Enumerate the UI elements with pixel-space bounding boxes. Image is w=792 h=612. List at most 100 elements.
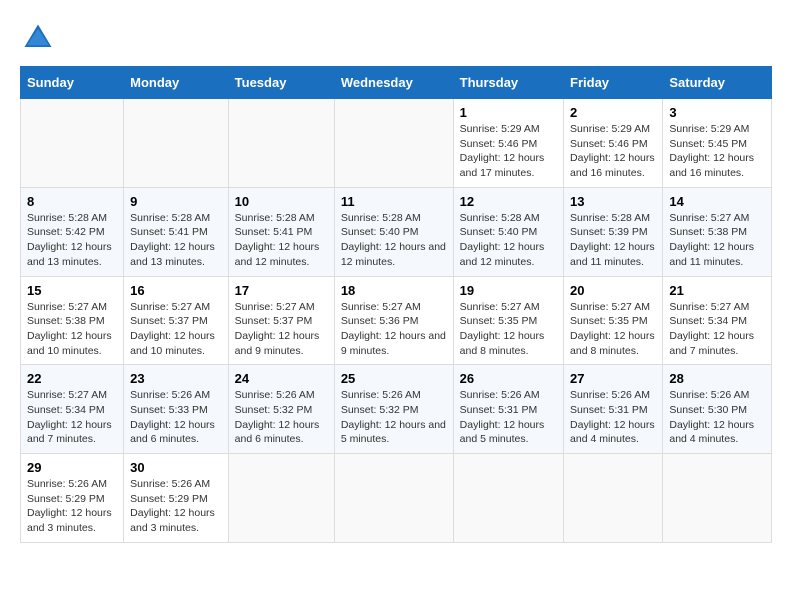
day-info: Sunrise: 5:26 AMSunset: 5:29 PMDaylight:… (27, 477, 117, 536)
day-info: Sunrise: 5:28 AMSunset: 5:42 PMDaylight:… (27, 211, 117, 270)
calendar-week-row: 15 Sunrise: 5:27 AMSunset: 5:38 PMDayligh… (21, 276, 772, 365)
day-number: 19 (460, 283, 557, 298)
day-number: 18 (341, 283, 447, 298)
calendar-cell (228, 454, 334, 543)
calendar-cell (663, 454, 772, 543)
col-header-friday: Friday (564, 67, 663, 99)
day-number: 11 (341, 194, 447, 209)
calendar-cell: 25Sunrise: 5:26 AMSunset: 5:32 PMDayligh… (334, 365, 453, 454)
page-header (20, 20, 772, 56)
calendar-cell: 2 Sunrise: 5:29 AMSunset: 5:46 PMDaylight… (564, 99, 663, 188)
calendar-cell (334, 454, 453, 543)
calendar-cell: 27Sunrise: 5:26 AMSunset: 5:31 PMDayligh… (564, 365, 663, 454)
calendar-cell: 3 Sunrise: 5:29 AMSunset: 5:45 PMDaylight… (663, 99, 772, 188)
day-number: 3 (669, 105, 765, 120)
day-info: Sunrise: 5:28 AMSunset: 5:40 PMDaylight:… (341, 211, 447, 270)
calendar-cell (453, 454, 563, 543)
day-number: 28 (669, 371, 765, 386)
day-number: 9 (130, 194, 222, 209)
day-info: Sunrise: 5:27 AMSunset: 5:38 PMDaylight:… (27, 300, 117, 359)
calendar-cell: 1 Sunrise: 5:29 AMSunset: 5:46 PMDaylight… (453, 99, 563, 188)
calendar-cell: 12 Sunrise: 5:28 AMSunset: 5:40 PMDayligh… (453, 187, 563, 276)
day-info: Sunrise: 5:27 AMSunset: 5:37 PMDaylight:… (235, 300, 328, 359)
col-header-wednesday: Wednesday (334, 67, 453, 99)
day-info: Sunrise: 5:27 AMSunset: 5:34 PMDaylight:… (27, 388, 117, 447)
calendar-cell: 10 Sunrise: 5:28 AMSunset: 5:41 PMDayligh… (228, 187, 334, 276)
day-info: Sunrise: 5:26 AMSunset: 5:30 PMDaylight:… (669, 388, 765, 447)
day-info: Sunrise: 5:28 AMSunset: 5:40 PMDaylight:… (460, 211, 557, 270)
col-header-tuesday: Tuesday (228, 67, 334, 99)
day-number: 21 (669, 283, 765, 298)
day-info: Sunrise: 5:27 AMSunset: 5:35 PMDaylight:… (460, 300, 557, 359)
day-info: Sunrise: 5:26 AMSunset: 5:33 PMDaylight:… (130, 388, 222, 447)
calendar-week-row: 22 Sunrise: 5:27 AMSunset: 5:34 PMDayligh… (21, 365, 772, 454)
calendar-header-row: SundayMondayTuesdayWednesdayThursdayFrid… (21, 67, 772, 99)
calendar-cell: 22 Sunrise: 5:27 AMSunset: 5:34 PMDayligh… (21, 365, 124, 454)
calendar-cell: 18 Sunrise: 5:27 AMSunset: 5:36 PMDayligh… (334, 276, 453, 365)
calendar-cell: 19 Sunrise: 5:27 AMSunset: 5:35 PMDayligh… (453, 276, 563, 365)
calendar-cell (564, 454, 663, 543)
calendar-cell: 14 Sunrise: 5:27 AMSunset: 5:38 PMDayligh… (663, 187, 772, 276)
col-header-monday: Monday (124, 67, 229, 99)
day-info: Sunrise: 5:28 AMSunset: 5:41 PMDaylight:… (235, 211, 328, 270)
day-number: 25 (341, 371, 447, 386)
calendar-cell: 11 Sunrise: 5:28 AMSunset: 5:40 PMDayligh… (334, 187, 453, 276)
day-info: Sunrise: 5:26 AMSunset: 5:29 PMDaylight:… (130, 477, 222, 536)
day-number: 22 (27, 371, 117, 386)
calendar-cell: 30 Sunrise: 5:26 AMSunset: 5:29 PMDayligh… (124, 454, 229, 543)
calendar-cell: 28 Sunrise: 5:26 AMSunset: 5:30 PMDayligh… (663, 365, 772, 454)
day-info: Sunrise: 5:28 AMSunset: 5:39 PMDaylight:… (570, 211, 656, 270)
day-number: 14 (669, 194, 765, 209)
calendar-cell: 16 Sunrise: 5:27 AMSunset: 5:37 PMDayligh… (124, 276, 229, 365)
logo (20, 20, 62, 56)
calendar-week-row: 1 Sunrise: 5:29 AMSunset: 5:46 PMDaylight… (21, 99, 772, 188)
day-number: 17 (235, 283, 328, 298)
day-number: 2 (570, 105, 656, 120)
day-number: 30 (130, 460, 222, 475)
calendar-cell (21, 99, 124, 188)
day-number: 12 (460, 194, 557, 209)
day-info: Sunrise: 5:27 AMSunset: 5:34 PMDaylight:… (669, 300, 765, 359)
calendar-cell: 17 Sunrise: 5:27 AMSunset: 5:37 PMDayligh… (228, 276, 334, 365)
day-number: 16 (130, 283, 222, 298)
calendar-cell: 21 Sunrise: 5:27 AMSunset: 5:34 PMDayligh… (663, 276, 772, 365)
day-info: Sunrise: 5:27 AMSunset: 5:35 PMDaylight:… (570, 300, 656, 359)
calendar-cell: 29 Sunrise: 5:26 AMSunset: 5:29 PMDayligh… (21, 454, 124, 543)
col-header-saturday: Saturday (663, 67, 772, 99)
calendar-cell (124, 99, 229, 188)
col-header-sunday: Sunday (21, 67, 124, 99)
calendar-cell: 24 Sunrise: 5:26 AMSunset: 5:32 PMDayligh… (228, 365, 334, 454)
day-info: Sunrise: 5:29 AMSunset: 5:46 PMDaylight:… (460, 122, 557, 181)
day-number: 8 (27, 194, 117, 209)
logo-icon (20, 20, 56, 56)
day-info: Sunrise: 5:29 AMSunset: 5:45 PMDaylight:… (669, 122, 765, 181)
calendar-cell (334, 99, 453, 188)
day-info: Sunrise: 5:27 AMSunset: 5:38 PMDaylight:… (669, 211, 765, 270)
calendar-cell: 23 Sunrise: 5:26 AMSunset: 5:33 PMDayligh… (124, 365, 229, 454)
day-number: 26 (460, 371, 557, 386)
day-info: Sunrise: 5:27 AMSunset: 5:37 PMDaylight:… (130, 300, 222, 359)
day-number: 10 (235, 194, 328, 209)
day-number: 24 (235, 371, 328, 386)
day-info: Sunrise: 5:26 AMSunset: 5:31 PMDaylight:… (460, 388, 557, 447)
calendar-cell: 20 Sunrise: 5:27 AMSunset: 5:35 PMDayligh… (564, 276, 663, 365)
col-header-thursday: Thursday (453, 67, 563, 99)
day-number: 15 (27, 283, 117, 298)
day-info: Sunrise: 5:27 AMSunset: 5:36 PMDaylight:… (341, 300, 447, 359)
calendar-cell: 26 Sunrise: 5:26 AMSunset: 5:31 PMDayligh… (453, 365, 563, 454)
calendar-cell: 13Sunrise: 5:28 AMSunset: 5:39 PMDayligh… (564, 187, 663, 276)
day-info: Sunrise: 5:29 AMSunset: 5:46 PMDaylight:… (570, 122, 656, 181)
calendar-table: SundayMondayTuesdayWednesdayThursdayFrid… (20, 66, 772, 543)
calendar-cell (228, 99, 334, 188)
day-number: 27 (570, 371, 656, 386)
day-number: 29 (27, 460, 117, 475)
calendar-cell: 9 Sunrise: 5:28 AMSunset: 5:41 PMDaylight… (124, 187, 229, 276)
calendar-week-row: 29 Sunrise: 5:26 AMSunset: 5:29 PMDayligh… (21, 454, 772, 543)
calendar-week-row: 8 Sunrise: 5:28 AMSunset: 5:42 PMDaylight… (21, 187, 772, 276)
calendar-cell: 15 Sunrise: 5:27 AMSunset: 5:38 PMDayligh… (21, 276, 124, 365)
day-number: 23 (130, 371, 222, 386)
day-number: 20 (570, 283, 656, 298)
day-number: 1 (460, 105, 557, 120)
day-info: Sunrise: 5:26 AMSunset: 5:32 PMDaylight:… (235, 388, 328, 447)
day-info: Sunrise: 5:28 AMSunset: 5:41 PMDaylight:… (130, 211, 222, 270)
